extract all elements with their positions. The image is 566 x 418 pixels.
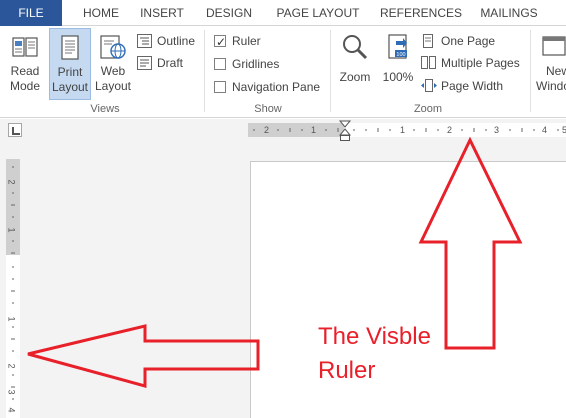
new-window-button[interactable]: New Window [534,28,566,100]
tab-design[interactable]: DESIGN [198,0,260,26]
navigation-pane-label: Navigation Pane [232,80,321,94]
ruler-number: 3 [494,125,500,135]
vertical-ruler[interactable]: 2 1 1 2 3 4 [6,159,20,418]
new-window-icon [542,36,566,56]
ruler-number: 1 [400,125,406,135]
zoom-100-icon: 100 [388,34,407,59]
tab-selector[interactable] [8,123,22,137]
one-page-icon [423,34,433,48]
ruler-number: 2 [447,125,453,135]
indent-marker-icon[interactable] [338,119,352,143]
document-workspace: 2 1 1 2 3 4 5 2 1 1 2 3 4 [0,119,566,418]
print-layout-label-line1: Print [57,65,83,79]
page-width-button[interactable]: Page Width [421,77,511,95]
tab-insert[interactable]: INSERT [134,0,190,26]
zoom-group-label: Zoom [413,103,443,115]
checkmark-icon: ✓ [216,35,227,49]
ruler-label: Ruler [232,34,261,48]
multiple-pages-label: Multiple Pages [441,56,520,70]
svg-text:100: 100 [396,52,405,58]
draft-button[interactable]: Draft [137,54,193,72]
annotation-line1: The Visble [318,323,431,350]
new-window-label-line2: Window [536,79,566,93]
horizontal-ruler[interactable]: 2 1 1 2 3 4 5 [248,123,566,137]
ruler-number: 2 [6,363,17,369]
annotation-text: The Visble Ruler [318,320,431,388]
ruler-number: 1 [311,125,317,135]
one-page-label: One Page [441,34,496,48]
zoom-100-label: 100% [382,70,414,84]
outline-icon [137,34,152,48]
ruler-number: 4 [542,125,548,135]
print-layout-button[interactable]: Print Layout [49,28,91,100]
views-group-label: Views [90,103,120,115]
annotation-line2: Ruler [318,357,376,384]
web-layout-label-line2: Layout [94,79,132,93]
new-window-label-line1: New [546,64,566,78]
show-group-label: Show [254,103,282,115]
tab-mailings[interactable]: MAILINGS [474,0,544,26]
ruler-number: 3 [6,389,17,395]
multiple-pages-button[interactable]: Multiple Pages [421,54,525,72]
ruler-number: 5 [562,125,566,135]
gridlines-label: Gridlines [232,57,280,71]
outline-button[interactable]: Outline [137,32,201,50]
group-separator [330,30,331,112]
zoom-100-button[interactable]: 100 100% [378,28,418,100]
vertical-ruler-ticks [11,166,15,400]
ribbon-view: Read Mode Print Layout Web Layout Outlin… [0,26,566,118]
print-layout-icon [61,35,79,60]
tab-page-layout[interactable]: PAGE LAYOUT [270,0,366,26]
outline-label: Outline [157,34,196,48]
web-layout-button[interactable]: Web Layout [93,28,133,100]
tab-references[interactable]: REFERENCES [376,0,466,26]
draft-icon [137,56,152,70]
page-width-label: Page Width [441,79,504,93]
read-mode-label-line2: Mode [9,79,41,93]
multiple-pages-icon [421,56,436,69]
magnifier-icon [343,35,368,60]
ruler-checkbox-box[interactable]: ✓ [214,35,226,49]
read-mode-button[interactable]: Read Mode [4,28,46,100]
read-mode-icon [12,37,38,57]
ruler-number: 2 [264,125,270,135]
ruler-number: 4 [6,407,17,413]
ruler-tick-marks [253,128,559,132]
web-layout-label-line1: Web [100,64,126,78]
zoom-label: Zoom [339,70,371,84]
gridlines-checkbox-box[interactable] [214,58,226,70]
tab-file[interactable]: FILE [0,0,62,26]
group-separator [530,30,531,112]
navigation-pane-checkbox[interactable]: Navigation Pane [214,78,324,96]
zoom-button[interactable]: Zoom [336,28,374,100]
gridlines-checkbox[interactable]: Gridlines [214,55,294,73]
read-mode-label-line1: Read [10,64,40,78]
ruler-number: 2 [6,179,17,185]
navigation-pane-checkbox-box[interactable] [214,81,226,93]
one-page-button[interactable]: One Page [421,32,501,50]
draft-label: Draft [157,56,184,70]
print-layout-label-line2: Layout [51,80,89,94]
page-width-icon [421,79,437,92]
ribbon-tab-bar: FILE HOME INSERT DESIGN PAGE LAYOUT REFE… [0,0,566,26]
ruler-number: 1 [6,316,17,322]
ruler-number: 1 [6,227,17,233]
tab-home[interactable]: HOME [70,0,132,26]
group-separator [204,30,205,112]
ruler-checkbox[interactable]: ✓ Ruler [214,32,294,50]
web-layout-icon [100,35,126,59]
